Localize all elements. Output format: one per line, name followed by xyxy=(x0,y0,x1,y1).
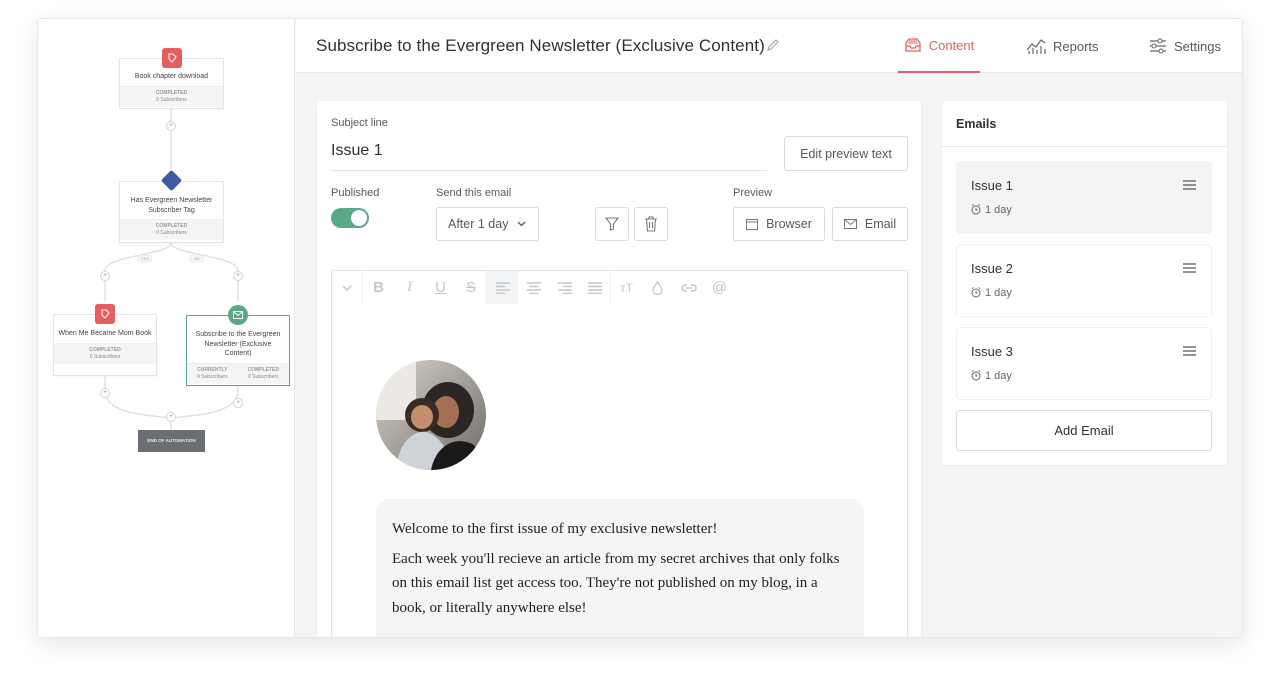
add-step-plus-icon[interactable]: + xyxy=(100,388,110,398)
emails-title: Emails xyxy=(942,101,1227,147)
chevron-down-icon xyxy=(517,221,526,227)
alarm-clock-icon xyxy=(971,287,981,298)
node-stat-label: COMPLETED xyxy=(155,89,188,96)
align-center-icon[interactable] xyxy=(518,271,549,304)
align-justify-icon[interactable] xyxy=(580,271,611,304)
italic-icon[interactable]: I xyxy=(394,271,425,304)
add-step-plus-icon[interactable]: + xyxy=(166,412,176,422)
pencil-icon[interactable] xyxy=(766,38,780,52)
alarm-clock-icon xyxy=(971,204,981,215)
text-size-icon[interactable]: тТ xyxy=(611,271,642,304)
inbox-icon xyxy=(905,38,921,52)
tab-content[interactable]: Content xyxy=(898,19,980,73)
filter-icon xyxy=(605,217,619,231)
email-item-delay: 1 day xyxy=(985,370,1012,382)
node-stat-label: COMPLETED xyxy=(89,346,121,353)
browser-icon xyxy=(746,218,759,230)
dropdown-chevron-icon[interactable] xyxy=(332,271,363,304)
send-email-label: Send this email xyxy=(436,187,512,199)
browser-button-label: Browser xyxy=(766,217,812,231)
align-right-icon[interactable] xyxy=(549,271,580,304)
flow-node-mom-book[interactable]: When Me Became Mom Book COMPLETED 0 Subsc… xyxy=(53,304,157,376)
node-stat-label: CURRENTLY xyxy=(197,366,228,373)
subject-line-input[interactable]: Issue 1 xyxy=(331,139,767,171)
message-line-1: Welcome to the first issue of my exclusi… xyxy=(392,521,718,537)
at-mention-icon[interactable]: @ xyxy=(704,271,735,304)
branch-no-label: NO xyxy=(194,256,200,261)
email-button-label: Email xyxy=(864,217,897,231)
node-stat-value: 0 Subscribers xyxy=(156,230,187,236)
rich-text-toolbar: B I U S тТ @ xyxy=(331,270,908,305)
add-step-plus-icon[interactable]: + xyxy=(166,121,176,131)
node-stat-value: 0 Subscribers xyxy=(89,353,121,360)
color-drop-icon[interactable] xyxy=(642,271,673,304)
hamburger-menu-icon[interactable] xyxy=(1183,263,1196,273)
align-left-icon[interactable] xyxy=(487,271,518,304)
send-delay-value: After 1 day xyxy=(448,217,509,231)
hamburger-menu-icon[interactable] xyxy=(1183,346,1196,356)
email-item-name: Issue 1 xyxy=(971,178,1013,193)
tag-icon xyxy=(161,48,182,68)
edit-preview-text-button[interactable]: Edit preview text xyxy=(784,136,908,171)
branch-yes-label: YES xyxy=(140,256,149,261)
email-item-delay: 1 day xyxy=(985,204,1012,216)
filter-button[interactable] xyxy=(595,207,629,241)
published-label: Published xyxy=(331,187,380,199)
emails-panel: Emails Issue 1 1 day Issue 2 1 day Issue… xyxy=(942,101,1227,465)
add-step-plus-icon[interactable]: + xyxy=(233,398,243,408)
bold-icon[interactable]: B xyxy=(363,271,394,304)
tab-reports[interactable]: Reports xyxy=(1026,19,1099,73)
tag-icon xyxy=(95,304,115,324)
underline-icon[interactable]: U xyxy=(425,271,456,304)
send-delay-select[interactable]: After 1 day xyxy=(436,207,539,241)
preview-browser-button[interactable]: Browser xyxy=(733,207,825,241)
end-of-automation-node: END OF AUTOMATION xyxy=(138,430,205,452)
published-toggle[interactable] xyxy=(331,208,369,228)
strikethrough-icon[interactable]: S xyxy=(456,271,487,304)
node-stat-label: COMPLETED xyxy=(155,223,188,229)
preview-label: Preview xyxy=(733,187,773,199)
envelope-icon xyxy=(228,305,248,325)
message-line-2: Each week you'll recieve an article from… xyxy=(392,550,840,616)
email-item-name: Issue 3 xyxy=(971,344,1013,359)
flow-node-newsletter[interactable]: Subscribe to the Evergreen Newsletter (E… xyxy=(186,305,290,386)
app-window: YES NO Book chapter download COMPLETED 0 … xyxy=(37,18,1243,638)
email-item-delay: 1 day xyxy=(985,287,1012,299)
email-item-issue-3[interactable]: Issue 3 1 day xyxy=(956,327,1212,400)
hamburger-menu-icon[interactable] xyxy=(1183,180,1196,190)
email-editor-card: Subject line Issue 1 Edit preview text P… xyxy=(317,101,921,637)
tab-label: Reports xyxy=(1053,38,1099,54)
delete-button[interactable] xyxy=(634,207,668,241)
flow-node-has-tag[interactable]: Has Evergreen Newsletter Subscriber Tag … xyxy=(119,169,224,243)
add-step-plus-icon[interactable]: + xyxy=(100,271,110,281)
email-body-canvas[interactable]: Welcome to the first issue of my exclusi… xyxy=(331,304,908,637)
node-stat-label: COMPLETED xyxy=(247,366,279,373)
flow-node-book-chapter[interactable]: Book chapter download COMPLETED 0 Subscri… xyxy=(119,48,224,109)
tab-settings[interactable]: Settings xyxy=(1149,19,1221,73)
tab-label: Settings xyxy=(1174,38,1221,54)
envelope-icon xyxy=(843,219,857,229)
automation-flow-panel: YES NO Book chapter download COMPLETED 0 … xyxy=(38,19,295,637)
subject-line-label: Subject line xyxy=(331,117,388,129)
email-item-name: Issue 2 xyxy=(971,261,1013,276)
add-step-plus-icon[interactable]: + xyxy=(233,271,243,281)
profile-photo xyxy=(376,360,486,470)
page-header: Subscribe to the Evergreen Newsletter (E… xyxy=(296,19,1242,73)
preview-email-button[interactable]: Email xyxy=(832,207,908,241)
email-item-issue-2[interactable]: Issue 2 1 day xyxy=(956,244,1212,317)
alarm-clock-icon xyxy=(971,370,981,381)
chart-icon xyxy=(1026,39,1046,54)
email-message-bubble: Welcome to the first issue of my exclusi… xyxy=(376,499,864,637)
add-email-button[interactable]: Add Email xyxy=(956,410,1212,451)
trash-icon xyxy=(645,216,657,232)
tab-label: Content xyxy=(928,37,975,53)
sliders-icon xyxy=(1150,38,1166,54)
link-icon[interactable] xyxy=(673,271,704,304)
email-item-issue-1[interactable]: Issue 1 1 day xyxy=(956,161,1212,234)
page-title: Subscribe to the Evergreen Newsletter (E… xyxy=(316,36,765,55)
node-stat-value: 0 Subscribers xyxy=(197,373,228,380)
node-stat-value: 0 Subscribers xyxy=(156,96,187,103)
node-stat-value: 0 Subscribers xyxy=(248,373,279,380)
